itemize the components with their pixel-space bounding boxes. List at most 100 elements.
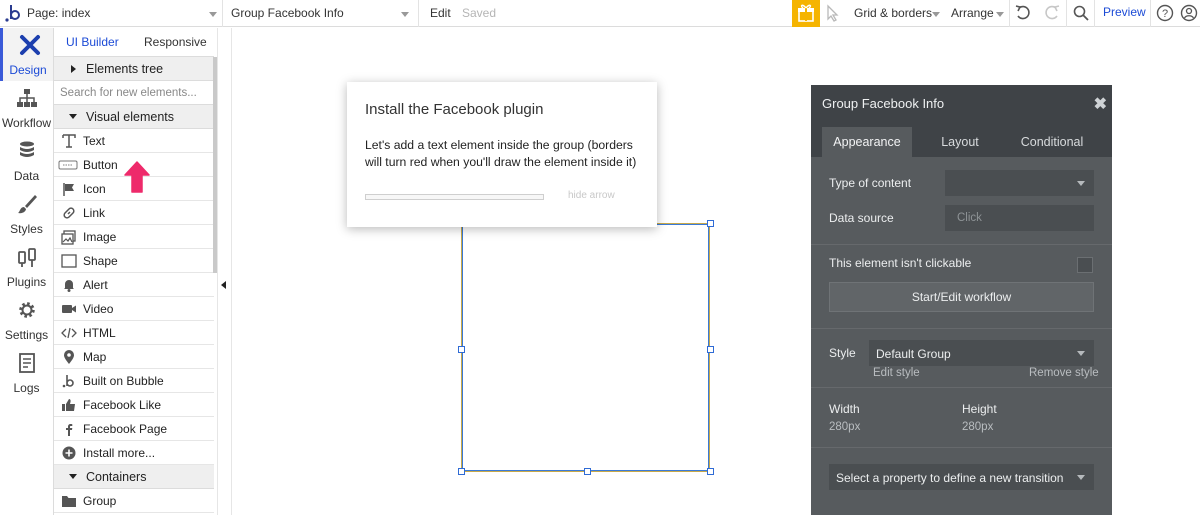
help-icon[interactable]: ?	[1156, 4, 1174, 22]
property-editor-header[interactable]: Group Facebook Info ✖	[811, 85, 1112, 121]
nav-settings[interactable]: Settings	[0, 293, 53, 346]
visual-elements-header[interactable]: Visual elements	[54, 105, 214, 129]
divider	[811, 244, 1112, 245]
tab-conditional[interactable]: Conditional	[1007, 127, 1097, 157]
workflow-icon	[17, 89, 37, 107]
element-item-video[interactable]: Video	[54, 297, 214, 321]
element-item-facebook-page[interactable]: Facebook Page	[54, 417, 214, 441]
resize-handle[interactable]	[458, 468, 465, 475]
element-item-facebook-like[interactable]: Facebook Like	[54, 393, 214, 417]
element-item-built-on-bubble[interactable]: Built on Bubble	[54, 369, 214, 393]
search-input[interactable]	[60, 84, 210, 102]
grid-borders-menu[interactable]: Grid & borders	[854, 6, 932, 20]
main-nav: Design Workflow Data Styles Plugins Sett…	[0, 28, 54, 515]
nav-styles[interactable]: Styles	[0, 187, 53, 240]
text-icon	[62, 134, 76, 148]
nav-workflow[interactable]: Workflow	[0, 81, 53, 134]
style-label: Style	[829, 346, 856, 360]
height-value[interactable]: 280px	[962, 421, 993, 433]
chevron-down-icon[interactable]	[932, 12, 940, 17]
bubble-logo-icon[interactable]	[4, 2, 22, 24]
database-icon	[20, 141, 34, 157]
brush-icon	[18, 195, 37, 214]
transition-dropdown[interactable]: Select a property to define a new transi…	[829, 464, 1094, 490]
account-icon[interactable]	[1180, 4, 1198, 22]
gear-icon	[19, 302, 35, 318]
element-search	[54, 81, 214, 105]
gift-icon	[798, 4, 814, 22]
cursor-icon[interactable]	[825, 4, 841, 22]
popup-body: Let's add a text element inside the grou…	[365, 138, 637, 169]
resize-handle[interactable]	[584, 468, 591, 475]
page-selector[interactable]: Page: index	[27, 6, 90, 20]
element-item-link[interactable]: Link	[54, 201, 214, 225]
caret-down-icon	[69, 474, 77, 479]
facebook-icon	[66, 424, 73, 436]
tab-layout[interactable]: Layout	[915, 127, 1005, 157]
data-source-field[interactable]: Click	[945, 205, 1094, 231]
close-icon[interactable]: ✖	[1094, 94, 1107, 114]
resize-handle[interactable]	[707, 346, 714, 353]
element-item-shape[interactable]: Shape	[54, 249, 214, 273]
panel-divider[interactable]	[217, 28, 232, 515]
remove-style-link[interactable]: Remove style	[1029, 367, 1099, 379]
property-editor: Group Facebook Info ✖ Appearance Layout …	[811, 85, 1112, 515]
preview-button[interactable]: Preview	[1103, 5, 1146, 19]
element-selector[interactable]: Group Facebook Info	[231, 6, 344, 20]
type-of-content-dropdown[interactable]	[945, 170, 1094, 196]
saved-status: Saved	[462, 6, 497, 20]
element-item-html[interactable]: HTML	[54, 321, 214, 345]
element-item-group[interactable]: Group	[54, 489, 214, 513]
data-source-label: Data source	[829, 211, 894, 225]
element-item-install-more[interactable]: Install more...	[54, 441, 214, 465]
chevron-down-icon[interactable]	[996, 12, 1004, 17]
divider	[1094, 0, 1095, 27]
nav-plugins[interactable]: Plugins	[0, 240, 53, 293]
start-edit-workflow-button[interactable]: Start/Edit workflow	[829, 282, 1094, 312]
elements-tree-header[interactable]: Elements tree	[54, 57, 214, 81]
group-element[interactable]	[461, 223, 710, 472]
tab-ui-builder[interactable]: UI Builder	[66, 35, 119, 49]
element-item-text[interactable]: Text	[54, 129, 214, 153]
svg-text:?: ?	[1162, 8, 1168, 20]
element-item-map[interactable]: Map	[54, 345, 214, 369]
resize-handle[interactable]	[458, 346, 465, 353]
chevron-down-icon	[1077, 351, 1085, 356]
nav-logs[interactable]: Logs	[0, 346, 53, 399]
gift-button[interactable]	[792, 0, 820, 27]
nav-design[interactable]: Design	[0, 28, 53, 81]
thumbs-up-icon	[62, 399, 75, 411]
arrange-menu[interactable]: Arrange	[951, 6, 994, 20]
element-item-alert[interactable]: Alert	[54, 273, 214, 297]
element-item-image[interactable]: Image	[54, 225, 214, 249]
code-icon	[61, 327, 77, 339]
top-toolbar: Page: index Group Facebook Info Edit Sav…	[0, 0, 1200, 27]
nav-data[interactable]: Data	[0, 134, 53, 187]
bell-icon	[64, 280, 74, 292]
chevron-down-icon	[1077, 475, 1085, 480]
tab-appearance[interactable]: Appearance	[822, 127, 912, 157]
not-clickable-checkbox[interactable]	[1077, 257, 1093, 273]
undo-icon[interactable]	[1014, 4, 1032, 22]
tab-responsive[interactable]: Responsive	[144, 35, 207, 49]
type-of-content-label: Type of content	[829, 176, 912, 190]
edit-menu[interactable]: Edit	[430, 6, 451, 20]
hide-arrow-link[interactable]: hide arrow	[568, 190, 615, 201]
redo-icon[interactable]	[1043, 4, 1061, 22]
width-value[interactable]: 280px	[829, 421, 860, 433]
panel-tabs: UI Builder Responsive	[54, 28, 214, 57]
flag-icon	[63, 183, 74, 196]
elements-panel: UI Builder Responsive Elements tree Visu…	[54, 28, 214, 515]
search-icon[interactable]	[1072, 4, 1090, 22]
resize-handle[interactable]	[707, 468, 714, 475]
containers-header[interactable]: Containers	[54, 465, 214, 489]
chevron-down-icon[interactable]	[209, 12, 217, 17]
caret-right-icon	[71, 65, 76, 73]
divider	[811, 447, 1112, 448]
width-label: Width	[829, 402, 860, 416]
collapse-panel-icon[interactable]	[221, 281, 226, 289]
resize-handle[interactable]	[707, 220, 714, 227]
edit-style-link[interactable]: Edit style	[873, 367, 920, 379]
style-dropdown[interactable]: Default Group	[869, 340, 1094, 366]
chevron-down-icon[interactable]	[401, 12, 409, 17]
